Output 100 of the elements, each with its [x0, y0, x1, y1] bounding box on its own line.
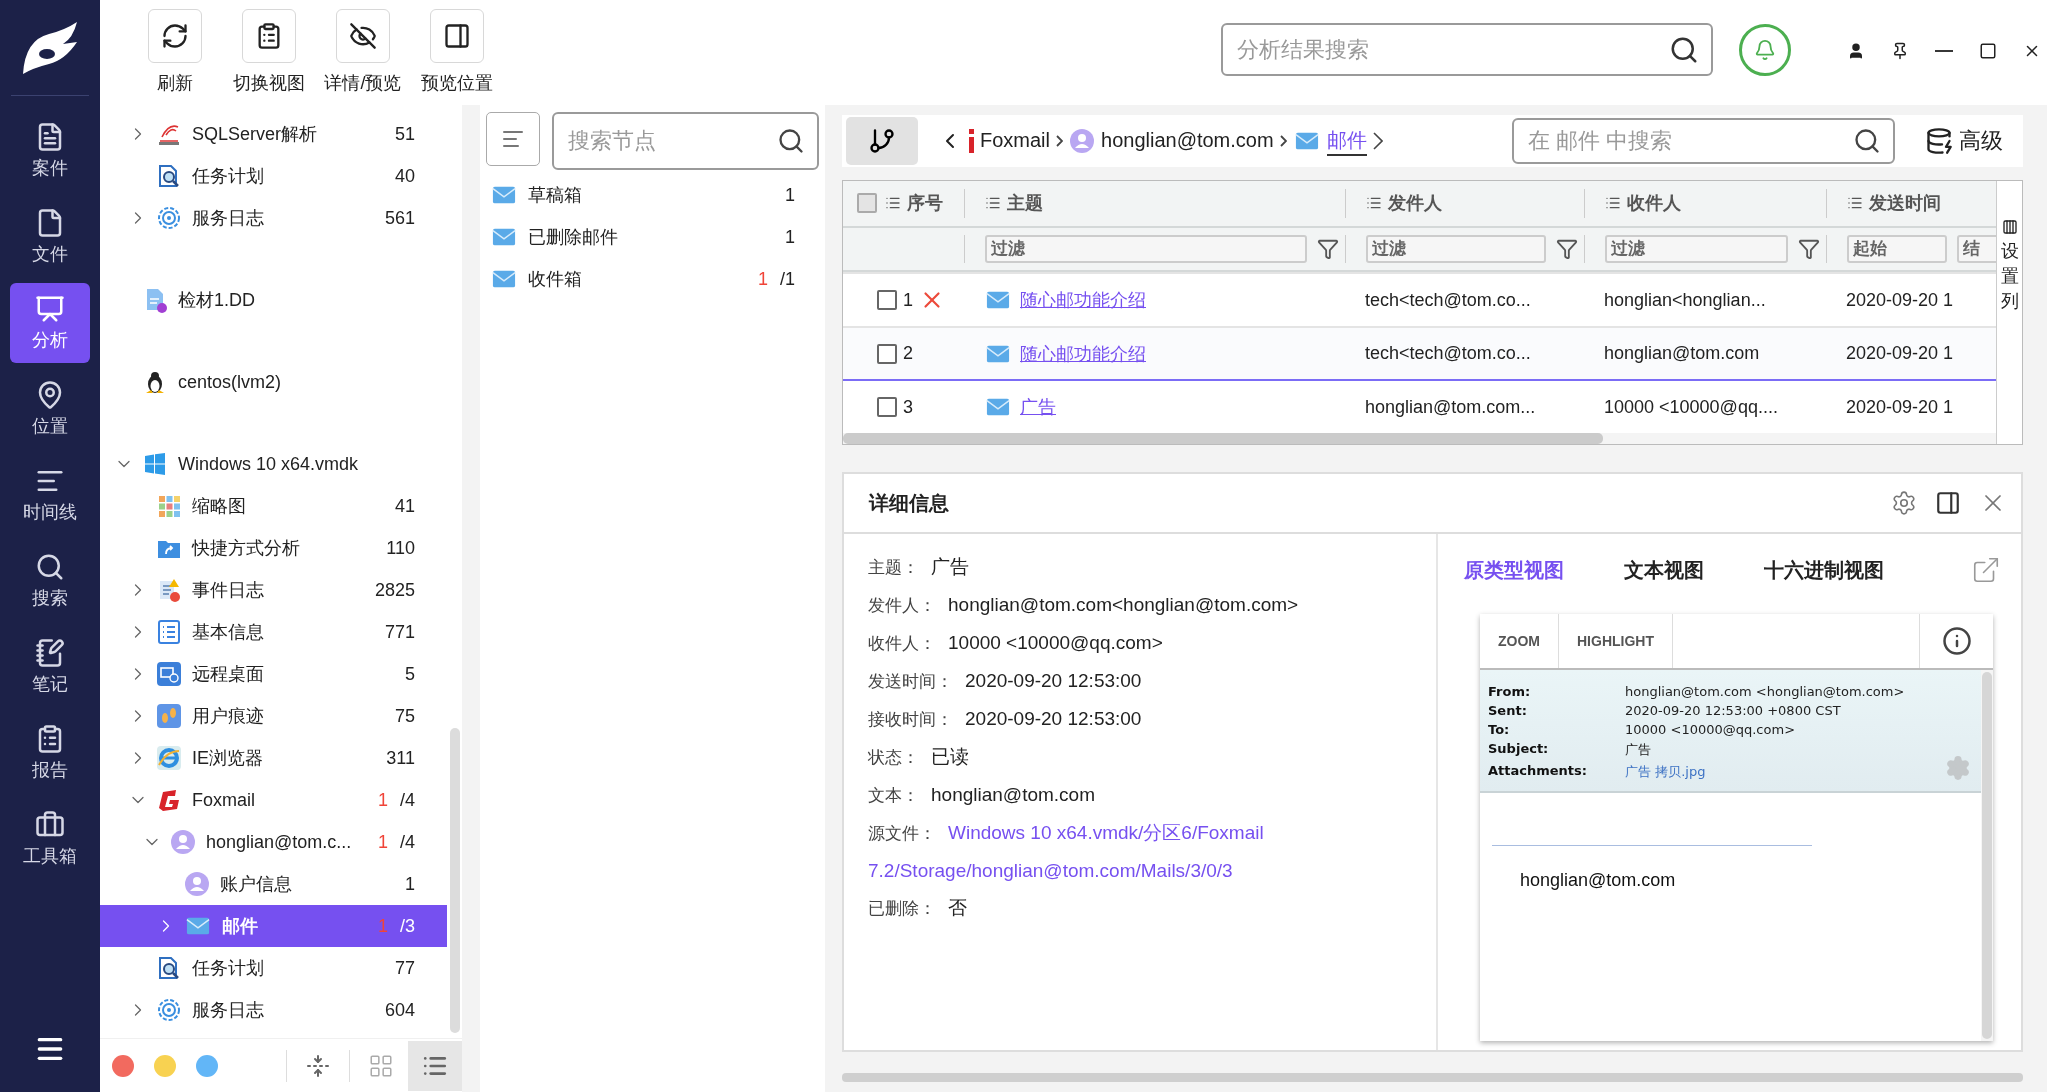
chevron-right-icon: [1279, 135, 1287, 147]
tree-item[interactable]: 邮件 1 /3: [100, 905, 447, 947]
toolbar-button[interactable]: 预览位置: [410, 0, 504, 95]
settings-button[interactable]: [1891, 490, 1917, 516]
node-search-field[interactable]: 搜索节点: [552, 112, 819, 170]
detail-field: 已删除： 否: [868, 889, 1412, 927]
filter-field[interactable]: 起始: [1847, 234, 1947, 263]
row-checkbox[interactable]: [877, 343, 897, 364]
column-settings-button[interactable]: 设置列: [1996, 181, 2022, 444]
tree-item[interactable]: 事件日志 2825: [100, 569, 447, 611]
breadcrumb-link[interactable]: honglian@tom.com: [1101, 128, 1274, 154]
color-tag-dot[interactable]: [154, 1054, 176, 1077]
nav-item[interactable]: 报告: [10, 713, 90, 793]
tree-item[interactable]: 服务日志 604: [100, 989, 447, 1031]
tree-item[interactable]: 用户痕迹 75: [100, 695, 447, 737]
tree-item[interactable]: 任务计划 40: [100, 155, 447, 197]
tree-item[interactable]: centos(lvm2): [100, 361, 447, 403]
scrollbar-thumb[interactable]: [842, 1073, 2023, 1082]
select-all-checkbox[interactable]: [857, 193, 877, 214]
search-field[interactable]: 分析结果搜索: [1221, 23, 1713, 76]
tree-item[interactable]: 任务计划 77: [100, 947, 447, 989]
tree-item[interactable]: 检材1.DD: [100, 279, 447, 321]
subject-link[interactable]: 广告: [1020, 395, 1056, 420]
column-header[interactable]: 发件人: [1366, 191, 1442, 216]
tree-item[interactable]: Windows 10 x64.vmdk: [100, 443, 447, 485]
scrollbar-thumb[interactable]: [1982, 672, 1992, 1039]
panel-toggle-button[interactable]: [1935, 490, 1961, 516]
folder-item[interactable]: 已删除邮件 1: [480, 216, 825, 258]
filter-icon[interactable]: [1798, 237, 1820, 260]
column-header[interactable]: 序号: [885, 191, 943, 216]
advanced-search-button[interactable]: 高级: [1919, 125, 2009, 157]
tree-item[interactable]: honglian@tom.c... 1 /4: [100, 821, 447, 863]
color-tag-dot[interactable]: [196, 1054, 218, 1077]
column-header[interactable]: 收件人: [1605, 191, 1681, 216]
row-number: 1: [903, 289, 913, 311]
column-header[interactable]: 主题: [985, 191, 1043, 216]
tree-item[interactable]: 基本信息 771: [100, 611, 447, 653]
folder-item[interactable]: 收件箱 1 /1: [480, 258, 825, 300]
toolbar-button[interactable]: 切换视图: [222, 0, 316, 95]
folder-item[interactable]: 草稿箱 1: [480, 174, 825, 216]
nav-item[interactable]: 搜索: [10, 541, 90, 621]
scrollbar-thumb[interactable]: [449, 728, 460, 1033]
footprints-icon: [156, 703, 182, 729]
preview-toolbar-button[interactable]: HIGHLIGHT: [1559, 614, 1673, 668]
row-checkbox[interactable]: [877, 397, 897, 418]
table-cell-text: tech<tech@tom.co...: [1364, 343, 1532, 365]
tree-item[interactable]: Foxmail 1 /4: [100, 779, 447, 821]
filter-field[interactable]: 过滤: [1366, 234, 1546, 263]
sort-button[interactable]: [486, 112, 540, 166]
table-cell-text: 10000 <10000@qq....: [1603, 396, 1779, 418]
tree-item[interactable]: 账户信息 1: [100, 863, 447, 905]
filter-field[interactable]: 结: [1957, 234, 1996, 263]
filter-icon[interactable]: [1556, 237, 1578, 260]
subject-link[interactable]: 随心邮功能介绍: [1020, 341, 1146, 366]
item-count: /3: [400, 915, 415, 937]
filter-icon[interactable]: [1317, 237, 1339, 260]
row-checkbox[interactable]: [877, 290, 897, 311]
tree-item[interactable]: IE浏览器 311: [100, 737, 447, 779]
nav-item[interactable]: 分析: [10, 283, 90, 363]
nav-item[interactable]: 工具箱: [10, 799, 90, 879]
row-number: 2: [903, 343, 913, 365]
breadcrumb-link[interactable]: 邮件: [1326, 126, 1367, 156]
info-button[interactable]: [1919, 614, 1993, 668]
nav-label: 时间线: [23, 501, 77, 524]
nav-item[interactable]: 案件: [10, 111, 90, 191]
view-tab[interactable]: 原类型视图: [1464, 556, 1564, 584]
subject-link[interactable]: 随心邮功能介绍: [1020, 288, 1146, 313]
tree-item[interactable]: 快捷方式分析 110: [100, 527, 447, 569]
nav-item[interactable]: 时间线: [10, 455, 90, 535]
nav-item[interactable]: 笔记: [10, 627, 90, 707]
tree-item[interactable]: 服务日志 561: [100, 197, 447, 239]
breadcrumb-link[interactable]: Foxmail: [980, 128, 1050, 154]
folder-label: 草稿箱: [528, 184, 583, 207]
toolbar-button[interactable]: 详情/预览: [316, 0, 410, 95]
toolbar-button[interactable]: 刷新: [128, 0, 222, 95]
nav-item[interactable]: 位置: [10, 369, 90, 449]
item-count: 110: [386, 537, 415, 559]
tree-label: 服务日志: [192, 207, 265, 230]
view-tab[interactable]: 十六进制视图: [1764, 556, 1884, 584]
color-tag-dot[interactable]: [112, 1054, 134, 1077]
list-view-button[interactable]: [408, 1040, 462, 1091]
search-field[interactable]: 在 邮件 中搜索: [1512, 118, 1895, 164]
tree-item[interactable]: 缩略图 41: [100, 485, 447, 527]
table-row[interactable]: 2 随心邮功能介绍 tech<tech@tom.co... honglian@tom.com 2020-09-20 1: [843, 325, 1996, 380]
branch-button[interactable]: [846, 117, 918, 165]
notification-button[interactable]: [1739, 24, 1791, 76]
tree-item[interactable]: 远程桌面 5: [100, 653, 447, 695]
view-tab[interactable]: 文本视图: [1624, 556, 1704, 584]
nav-item[interactable]: 文件: [10, 197, 90, 277]
attachment-link[interactable]: 广告 拷贝.jpg: [1625, 763, 1973, 781]
column-header[interactable]: 发送时间: [1847, 191, 1941, 216]
filter-field[interactable]: 过滤: [985, 234, 1307, 263]
preview-toolbar-button[interactable]: ZOOM: [1480, 614, 1559, 668]
table-cell-text: 2020-09-20 1: [1845, 396, 1955, 418]
header-label: To:: [1488, 722, 1511, 737]
tree-label: 账户信息: [220, 873, 293, 896]
refresh-icon: [161, 22, 189, 50]
tree-item[interactable]: SQLServer解析 51: [100, 113, 447, 155]
scrollbar-thumb[interactable]: [843, 433, 1603, 444]
filter-field[interactable]: 过滤: [1605, 234, 1788, 263]
